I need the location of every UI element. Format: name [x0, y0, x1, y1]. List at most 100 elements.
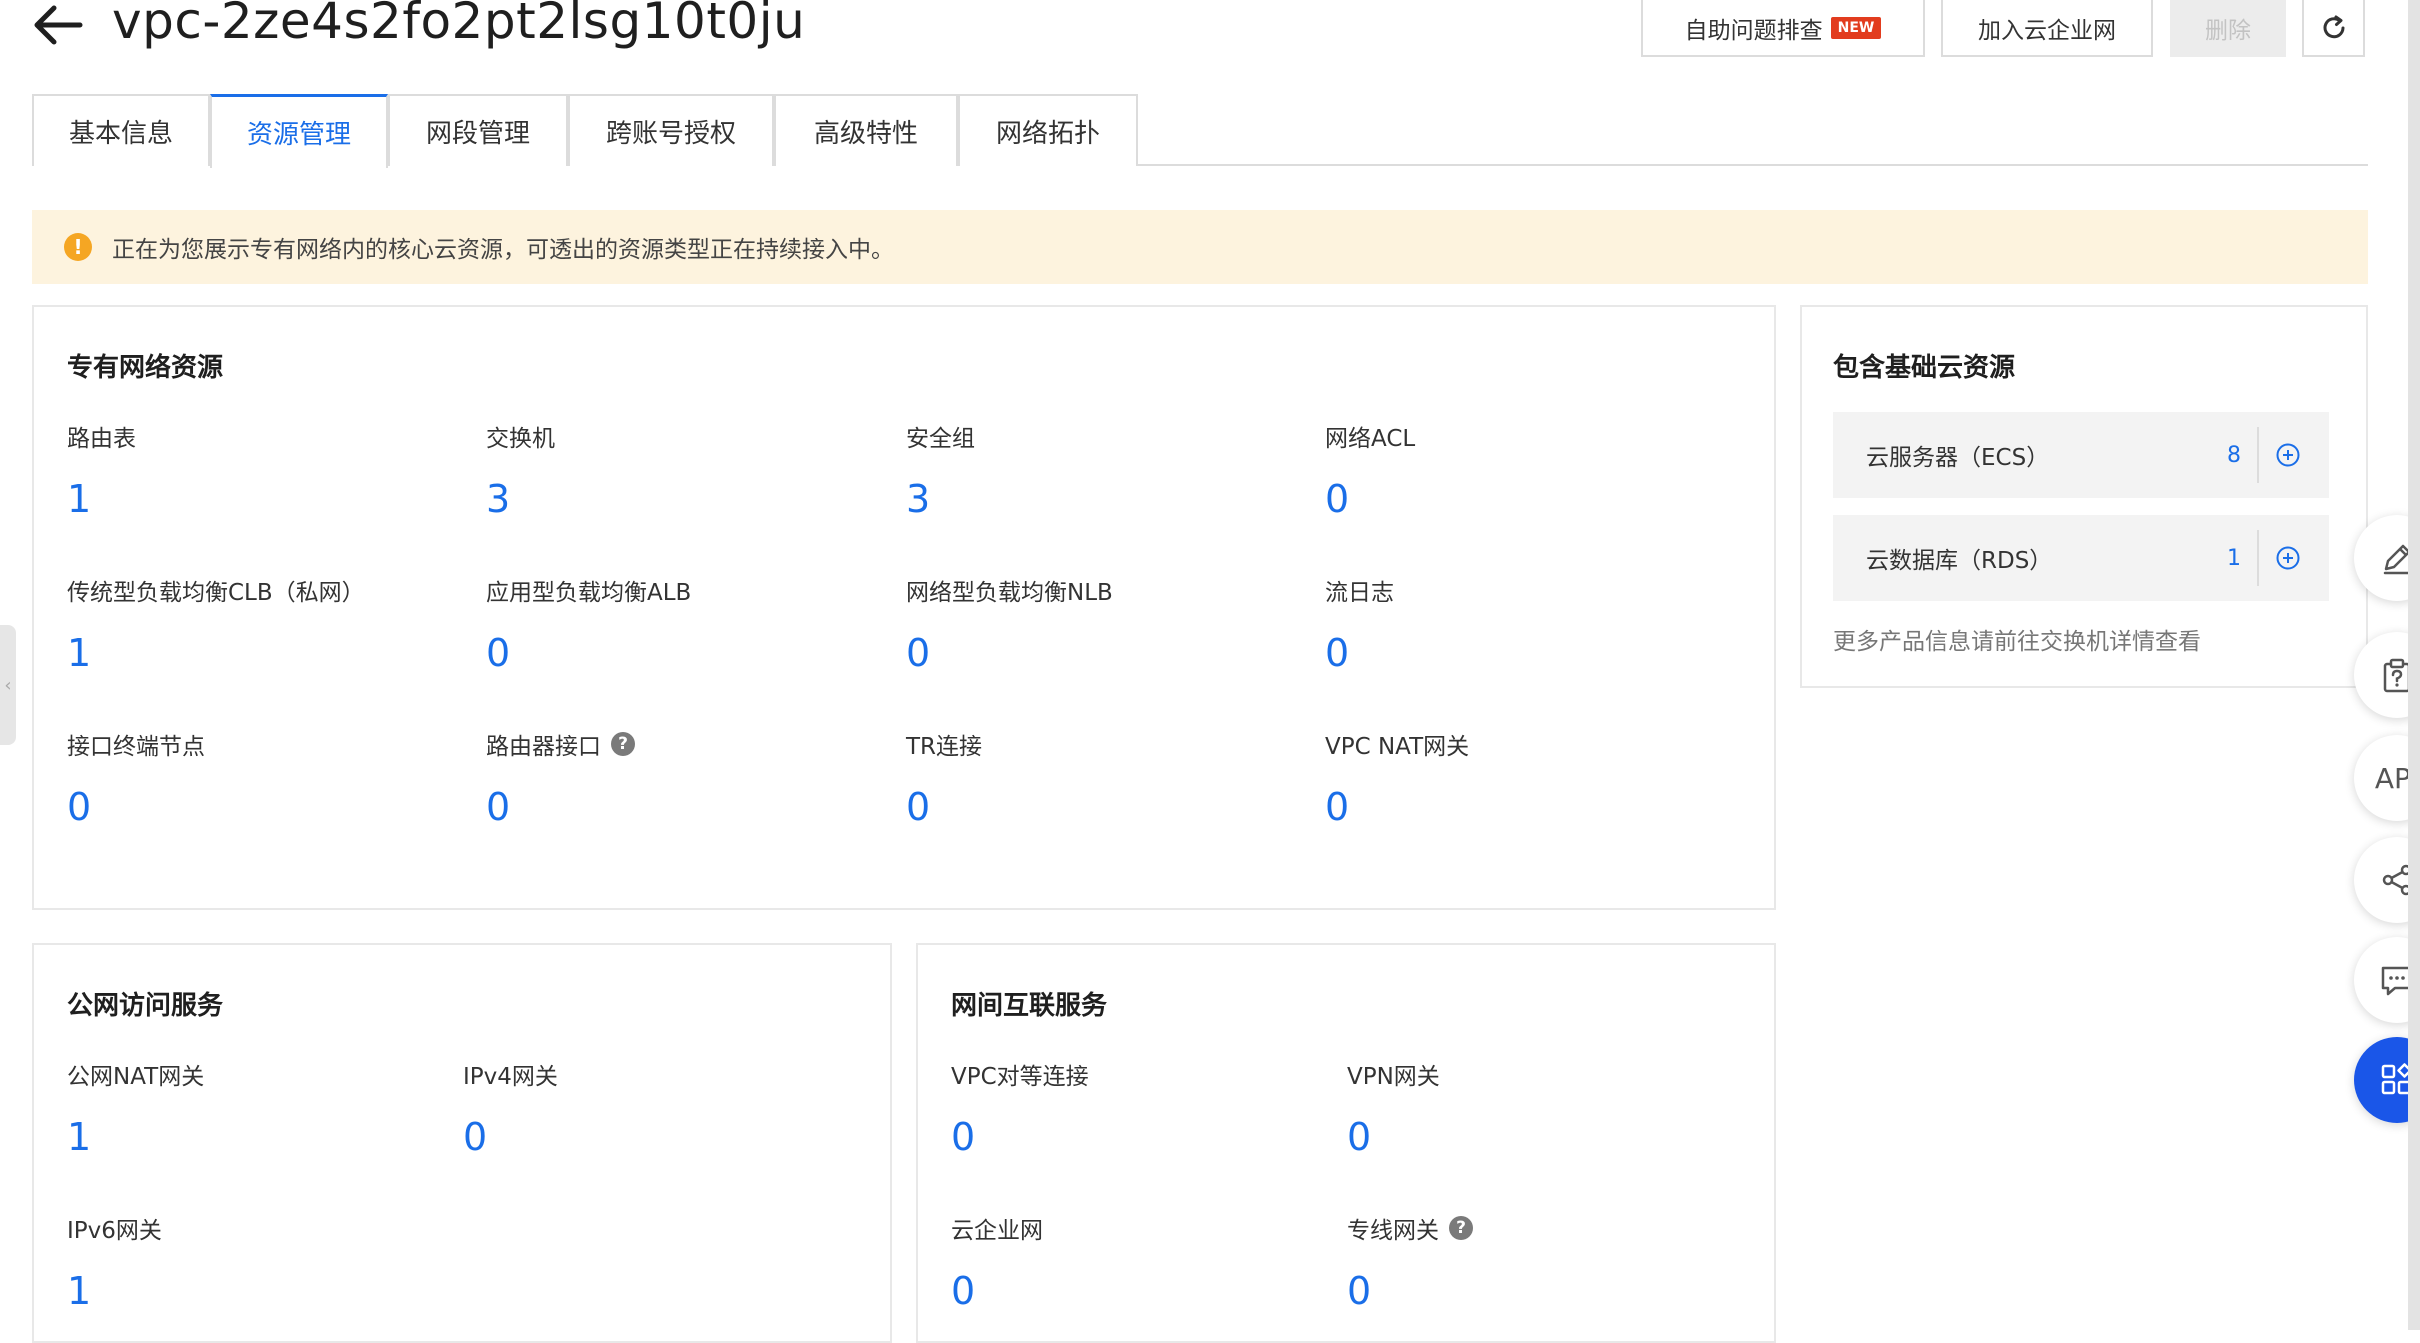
refresh-icon — [2323, 15, 2344, 38]
troubleshoot-button[interactable]: 自助问题排查 NEW — [1641, 0, 1925, 57]
resource-count[interactable]: 0 — [486, 631, 691, 675]
resource-tr-attachment: TR连接 0 — [906, 727, 982, 829]
cloud-resource-count[interactable]: 1 — [2227, 546, 2241, 571]
tab-basic-info[interactable]: 基本信息 — [32, 94, 210, 166]
cloud-row-rds: 云数据库（RDS） 1 — [1833, 515, 2329, 601]
page-title: vpc-2ze4s2fo2pt2lsg10t0ju — [112, 0, 806, 50]
troubleshoot-label: 自助问题排查 — [1684, 17, 1823, 44]
resource-label: 路由器接口 — [486, 734, 601, 760]
resource-label-row: 专线网关 ? — [1347, 1211, 1473, 1245]
resource-express-connect-gateway: 专线网关 ? 0 — [1347, 1211, 1473, 1313]
resource-label: 安全组 — [906, 426, 975, 452]
resource-route-table: 路由表 1 — [67, 419, 136, 521]
resource-count[interactable]: 0 — [463, 1115, 558, 1159]
cloud-row-ecs: 云服务器（ECS） 8 — [1833, 412, 2329, 498]
vpc-resources-card: 专有网络资源 路由表 1 交换机 3 安全组 3 网络ACL 0 传统型负载均衡… — [32, 305, 1776, 910]
resource-count[interactable]: 3 — [486, 477, 555, 521]
tab-network-topology[interactable]: 网络拓扑 — [958, 94, 1138, 166]
cloud-resources-title: 包含基础云资源 — [1833, 353, 2016, 383]
cloud-resource-label: 云服务器（ECS） — [1866, 445, 2050, 471]
resource-clb: 传统型负载均衡CLB（私网） 1 — [67, 573, 365, 675]
public-access-title: 公网访问服务 — [67, 991, 224, 1021]
resource-label: 接口终端节点 — [67, 734, 205, 760]
resource-label: 公网NAT网关 — [67, 1064, 205, 1090]
resource-label: 专线网关 — [1347, 1218, 1439, 1244]
resource-count[interactable]: 0 — [1325, 785, 1469, 829]
join-cen-button[interactable]: 加入云企业网 — [1941, 0, 2153, 57]
resource-vswitch: 交换机 3 — [486, 419, 555, 521]
resource-label: VPC对等连接 — [951, 1064, 1089, 1090]
resource-count[interactable]: 1 — [67, 631, 365, 675]
resource-flow-log: 流日志 0 — [1325, 573, 1394, 675]
resource-count[interactable]: 1 — [67, 1269, 162, 1313]
interconnect-title: 网间互联服务 — [951, 991, 1108, 1021]
vpc-resources-title: 专有网络资源 — [67, 353, 224, 383]
resource-label: TR连接 — [906, 734, 983, 760]
cloud-resource-label: 云数据库（RDS） — [1866, 548, 2053, 574]
tab-advanced-features[interactable]: 高级特性 — [774, 94, 958, 166]
resource-label: IPv4网关 — [463, 1064, 558, 1090]
resource-router-interface: 路由器接口 ? 0 — [486, 727, 635, 829]
chevron-left-icon: ‹ — [4, 674, 12, 696]
info-notice: ! 正在为您展示专有网络内的核心云资源，可透出的资源类型正在持续接入中。 — [32, 210, 2368, 284]
resource-count[interactable]: 0 — [1325, 477, 1415, 521]
resource-label: 交换机 — [486, 426, 555, 452]
resource-label: 网络ACL — [1325, 426, 1416, 452]
resource-count[interactable]: 0 — [1325, 631, 1394, 675]
resource-label: 路由表 — [67, 426, 136, 452]
scrollbar[interactable] — [2408, 0, 2420, 1330]
notice-text: 正在为您展示专有网络内的核心云资源，可透出的资源类型正在持续接入中。 — [112, 237, 894, 263]
resource-cen: 云企业网 0 — [951, 1211, 1043, 1313]
resource-count[interactable]: 1 — [67, 1115, 204, 1159]
resource-count[interactable]: 0 — [906, 631, 1113, 675]
resource-label: 应用型负载均衡ALB — [486, 580, 692, 606]
resource-count[interactable]: 3 — [906, 477, 975, 521]
resource-count[interactable]: 0 — [1347, 1269, 1473, 1313]
divider — [2257, 427, 2259, 483]
resource-label: 流日志 — [1325, 580, 1394, 606]
interconnect-card: 网间互联服务 VPC对等连接 0 VPN网关 0 云企业网 0 专线网关 ? 0 — [916, 943, 1776, 1343]
resource-label: IPv6网关 — [67, 1218, 162, 1244]
resource-label: 云企业网 — [951, 1218, 1043, 1244]
resource-count[interactable]: 0 — [1347, 1115, 1440, 1159]
resource-security-group: 安全组 3 — [906, 419, 975, 521]
resource-vpc-nat-gateway: VPC NAT网关 0 — [1325, 727, 1469, 829]
resource-count[interactable]: 0 — [951, 1115, 1089, 1159]
new-badge: NEW — [1830, 16, 1882, 39]
tab-bar: 基本信息 资源管理 网段管理 跨账号授权 高级特性 网络拓扑 — [32, 94, 2368, 168]
resource-alb: 应用型负载均衡ALB 0 — [486, 573, 691, 675]
cloud-resource-count[interactable]: 8 — [2227, 443, 2241, 468]
help-icon[interactable]: ? — [1449, 1216, 1473, 1240]
resource-ipv6-gateway: IPv6网关 1 — [67, 1211, 162, 1313]
tab-cidr-management[interactable]: 网段管理 — [388, 94, 568, 166]
refresh-button[interactable] — [2302, 0, 2365, 57]
tab-resource-management[interactable]: 资源管理 — [210, 94, 388, 168]
tab-cross-account[interactable]: 跨账号授权 — [568, 94, 774, 166]
resource-count[interactable]: 0 — [906, 785, 982, 829]
help-icon[interactable]: ? — [611, 732, 635, 756]
resource-count[interactable]: 0 — [67, 785, 205, 829]
resource-nlb: 网络型负载均衡NLB 0 — [906, 573, 1113, 675]
resource-label: VPN网关 — [1347, 1064, 1440, 1090]
cloud-resources-card: 包含基础云资源 云服务器（ECS） 8 云数据库（RDS） 1 更多产品信息请前… — [1800, 305, 2368, 688]
resource-label: VPC NAT网关 — [1325, 734, 1470, 760]
resource-label: 网络型负载均衡NLB — [906, 580, 1113, 606]
resource-count[interactable]: 0 — [486, 785, 635, 829]
add-circle-icon[interactable] — [2275, 545, 2301, 571]
divider — [2257, 530, 2259, 586]
resource-vpc-peering: VPC对等连接 0 — [951, 1057, 1089, 1159]
back-button[interactable] — [30, 0, 85, 50]
resource-count[interactable]: 1 — [67, 477, 136, 521]
public-access-card: 公网访问服务 公网NAT网关 1 IPv4网关 0 IPv6网关 1 — [32, 943, 892, 1343]
arrow-left-icon — [34, 5, 83, 45]
resource-label-row: 路由器接口 ? — [486, 727, 635, 761]
resource-count[interactable]: 0 — [951, 1269, 1043, 1313]
collapse-handle[interactable]: ‹ — [0, 625, 16, 745]
resource-vpn-gateway: VPN网关 0 — [1347, 1057, 1440, 1159]
resource-label: 传统型负载均衡CLB（私网） — [67, 580, 365, 606]
delete-button[interactable]: 删除 — [2170, 0, 2286, 57]
more-info-text: 更多产品信息请前往交换机详情查看 — [1833, 629, 2201, 655]
resource-ipv4-gateway: IPv4网关 0 — [463, 1057, 558, 1159]
add-circle-icon[interactable] — [2275, 442, 2301, 468]
resource-public-nat-gateway: 公网NAT网关 1 — [67, 1057, 204, 1159]
